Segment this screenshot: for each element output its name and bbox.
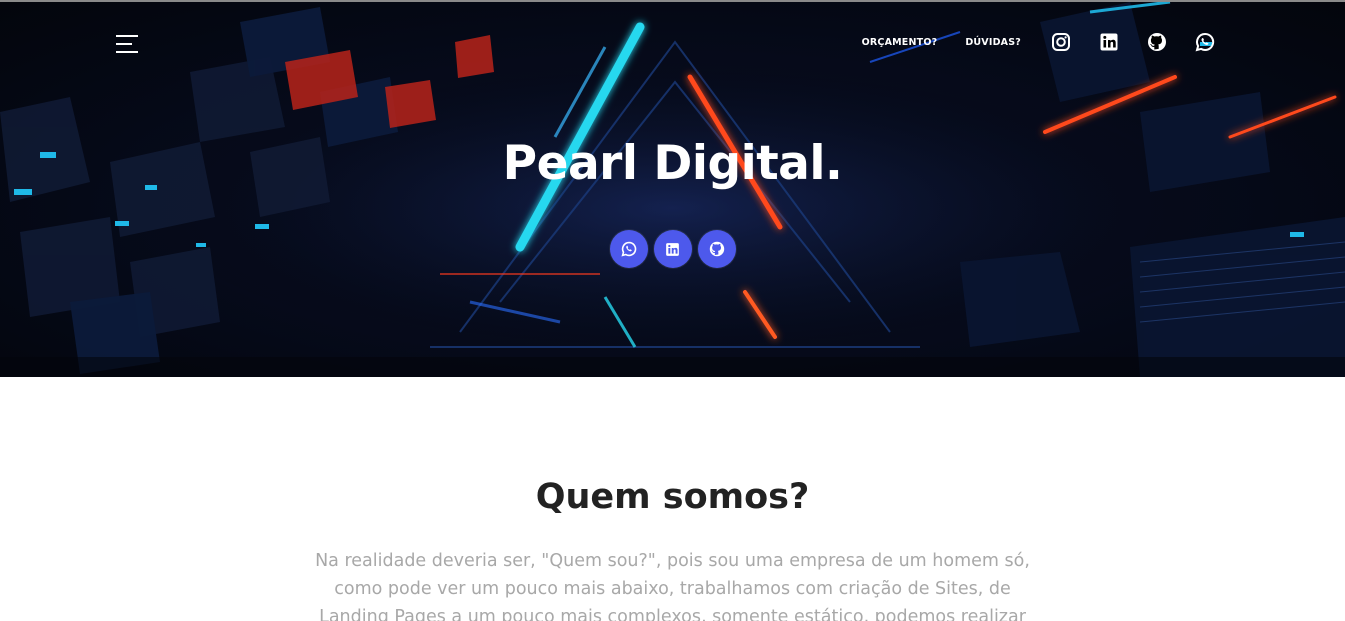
github-icon — [709, 241, 724, 257]
top-navigation: ORÇAMENTO? DÚVIDAS? — [862, 32, 1215, 52]
hero-social-buttons — [0, 230, 1345, 268]
about-text: Na realidade deveria ser, "Quem sou?", p… — [315, 551, 1030, 621]
linkedin-icon[interactable] — [1099, 32, 1119, 52]
about-title: Quem somos? — [535, 477, 810, 517]
whatsapp-icon — [620, 241, 636, 257]
top-border — [0, 0, 1345, 2]
whatsapp-button[interactable] — [609, 230, 648, 268]
linkedin-icon — [666, 242, 679, 256]
about-section: Quem somos? Na realidade deveria ser, "Q… — [0, 377, 1345, 621]
menu-bar-line — [116, 43, 132, 45]
hero-banner: ORÇAMENTO? DÚVIDAS? Pearl Digital. — [0, 2, 1345, 377]
nav-link-duvidas[interactable]: DÚVIDAS? — [965, 37, 1021, 48]
menu-bar-line — [116, 35, 138, 37]
whatsapp-icon[interactable] — [1195, 32, 1215, 52]
nav-link-orcamento[interactable]: ORÇAMENTO? — [862, 37, 938, 48]
github-icon[interactable] — [1147, 32, 1167, 52]
menu-bar-line — [116, 51, 138, 53]
linkedin-button[interactable] — [653, 230, 692, 268]
instagram-icon[interactable] — [1051, 32, 1071, 52]
hero-title: Pearl Digital. — [502, 136, 843, 191]
github-button[interactable] — [697, 230, 736, 268]
hamburger-menu-button[interactable] — [116, 33, 140, 55]
